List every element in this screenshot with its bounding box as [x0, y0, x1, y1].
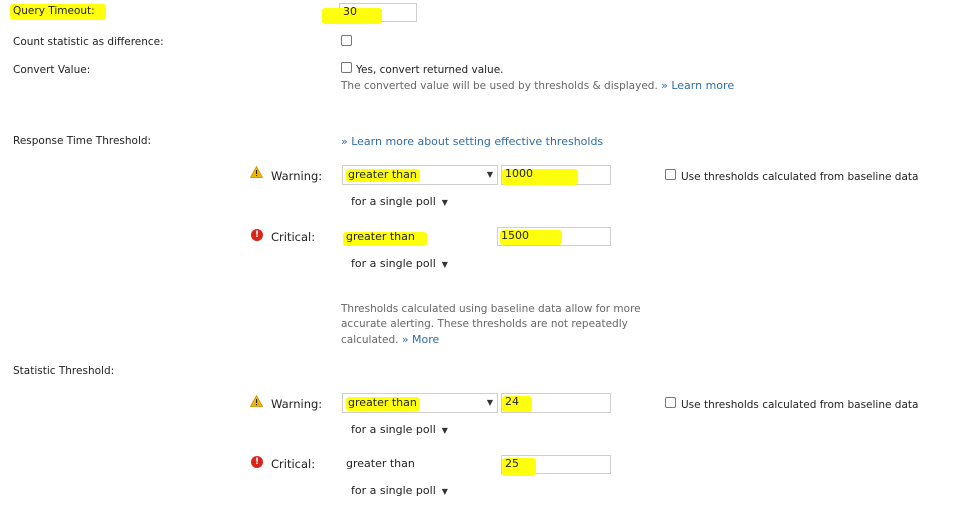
- st-critical-value-input[interactable]: 25: [501, 455, 611, 476]
- st-critical-poll-value: for a single poll: [351, 484, 436, 497]
- baseline-hint-line-3: calculated. » More: [341, 332, 641, 348]
- thresholds-learn-more-link[interactable]: » Learn more about setting effective thr…: [341, 135, 603, 148]
- convert-value-hint-text: The converted value will be used by thre…: [341, 80, 658, 92]
- rt-warning-value: 1000: [505, 167, 533, 180]
- query-timeout-label: Query Timeout:: [13, 5, 95, 17]
- warning-triangle-icon: [250, 395, 263, 407]
- rt-warning-label: Warning:: [271, 169, 323, 183]
- rt-critical-operator-value: greater than: [346, 230, 415, 243]
- convert-value-label: Convert Value:: [13, 64, 91, 76]
- st-warning-operator-select[interactable]: greater than ▼: [342, 393, 498, 413]
- convert-value-checkbox-label: Yes, convert returned value.: [356, 64, 504, 76]
- st-critical-label: Critical:: [271, 457, 316, 471]
- query-timeout-input[interactable]: 30: [322, 3, 417, 24]
- baseline-hint-line-1: Thresholds calculated using baseline dat…: [341, 303, 641, 315]
- rt-warning-value-input[interactable]: 1000: [501, 165, 611, 185]
- st-baseline-checkbox[interactable]: [665, 397, 676, 408]
- convert-learn-more-link[interactable]: » Learn more: [661, 79, 734, 92]
- st-baseline-label: Use thresholds calculated from baseline …: [681, 399, 919, 411]
- rt-critical-poll-dropdown[interactable]: for a single poll ▼: [351, 257, 448, 270]
- st-warning-value: 24: [505, 395, 519, 408]
- critical-circle-icon: !: [251, 456, 263, 468]
- st-critical-value: 25: [505, 457, 519, 470]
- convert-value-checkbox[interactable]: [341, 62, 352, 73]
- st-critical-poll-dropdown[interactable]: for a single poll ▼: [351, 484, 448, 497]
- response-time-threshold-label: Response Time Threshold:: [13, 135, 152, 147]
- rt-warning-operator-value: greater than: [348, 168, 417, 181]
- chevron-down-icon: ▼: [439, 198, 448, 207]
- st-warning-value-input[interactable]: 24: [501, 393, 611, 413]
- st-warning-operator-value: greater than: [348, 396, 417, 409]
- chevron-down-icon: ▼: [439, 426, 448, 435]
- rt-baseline-label: Use thresholds calculated from baseline …: [681, 171, 919, 183]
- baseline-hint: Thresholds calculated using baseline dat…: [341, 302, 641, 348]
- count-statistic-label: Count statistic as difference:: [13, 36, 164, 48]
- rt-critical-value: 1500: [501, 229, 529, 242]
- rt-baseline-checkbox[interactable]: [665, 169, 676, 180]
- st-warning-poll-value: for a single poll: [351, 423, 436, 436]
- baseline-more-link[interactable]: » More: [402, 333, 440, 346]
- st-critical-operator-value: greater than: [346, 457, 415, 470]
- chevron-down-icon: ▼: [439, 260, 448, 269]
- st-warning-poll-dropdown[interactable]: for a single poll ▼: [351, 423, 448, 436]
- query-timeout-value: 30: [343, 5, 357, 18]
- rt-critical-value-input[interactable]: 1500: [497, 227, 611, 246]
- rt-critical-poll-value: for a single poll: [351, 257, 436, 270]
- warning-triangle-icon: [250, 166, 263, 178]
- st-warning-label: Warning:: [271, 397, 323, 411]
- chevron-down-icon: ▼: [486, 398, 493, 407]
- rt-critical-label: Critical:: [271, 230, 316, 244]
- baseline-hint-line-2: accurate alerting. These thresholds are …: [341, 318, 628, 330]
- rt-warning-poll-dropdown[interactable]: for a single poll ▼: [351, 195, 448, 208]
- baseline-hint-line-3-text: calculated.: [341, 334, 399, 346]
- count-statistic-checkbox[interactable]: [341, 35, 352, 46]
- chevron-down-icon: ▼: [486, 170, 493, 179]
- chevron-down-icon: ▼: [439, 487, 448, 496]
- rt-warning-operator-select[interactable]: greater than ▼: [342, 165, 498, 185]
- statistic-threshold-label: Statistic Threshold:: [13, 365, 115, 377]
- rt-warning-poll-value: for a single poll: [351, 195, 436, 208]
- critical-circle-icon: !: [251, 229, 263, 241]
- convert-value-hint: The converted value will be used by thre…: [341, 78, 734, 94]
